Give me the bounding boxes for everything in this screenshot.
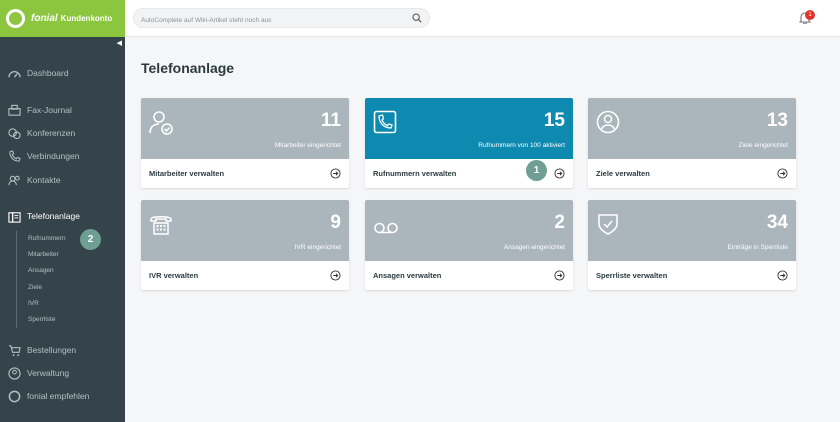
voicemail-icon (374, 222, 398, 234)
card-ansagen: 2 Ansagen eingerichtet Ansagen verwalten (365, 200, 573, 290)
arrow-circle-icon[interactable] (554, 168, 565, 179)
fax-icon (8, 104, 21, 116)
subnav-sperrliste[interactable]: Sperrliste (28, 312, 66, 328)
card-link-label: Mitarbeiter verwalten (149, 169, 225, 178)
nav-label: Telefonanlage (27, 211, 80, 221)
card-footer-link[interactable]: Sperrliste verwalten (588, 261, 796, 290)
search-bar (133, 8, 430, 30)
shield-icon (598, 214, 618, 235)
nav-dashboard[interactable]: Dashboard (8, 65, 69, 81)
collapse-sidebar-icon[interactable]: ◀ (117, 39, 122, 47)
nav-label: Dashboard (27, 68, 69, 78)
card-ziele: 13 Ziele eingerichtet Ziele verwalten (588, 98, 796, 188)
telefonanlage-subnav: Rufnummern Mitarbeiter Ansagen Ziele IVR… (16, 231, 66, 328)
card-count: 15 (543, 110, 565, 131)
nav-conferences[interactable]: Konferenzen (8, 125, 75, 141)
card-count: 34 (766, 212, 788, 233)
notification-count-badge: 1 (805, 10, 815, 20)
card-link-label: Ansagen verwalten (373, 271, 442, 280)
nav-label: Verwaltung (27, 368, 70, 378)
fonial-logo-icon (6, 9, 25, 28)
nav-connections[interactable]: Verbindungen (8, 148, 79, 164)
card-description: Mitarbeiter eingerichtet (274, 142, 341, 149)
dashboard-icon (8, 70, 21, 78)
card-mitarbeiter: 11 Mitarbeiter eingerichtet Mitarbeiter … (141, 98, 349, 188)
subnav-ivr[interactable]: IVR (28, 296, 66, 312)
phone-system-icon (8, 211, 21, 223)
brand-name: fonial (31, 13, 58, 24)
card-summary: 13 Ziele eingerichtet (588, 98, 796, 159)
user-circle-icon (596, 110, 620, 134)
subnav-ziele[interactable]: Ziele (28, 280, 66, 296)
card-count: 11 (320, 110, 341, 131)
card-summary: 2 Ansagen eingerichtet (365, 200, 573, 261)
nav-label: Konferenzen (27, 128, 76, 138)
fonial-ring-icon (8, 390, 21, 402)
card-count: 2 (554, 212, 565, 233)
card-sperrliste: 34 Einträge in Sperrliste Sperrliste ver… (588, 200, 796, 290)
card-link-label: Rufnummern verwalten (373, 169, 457, 178)
card-footer-link[interactable]: Ziele verwalten (588, 159, 796, 188)
search-icon[interactable] (412, 13, 422, 23)
phone-card-icon (373, 110, 397, 134)
nav-orders[interactable]: Bestellungen (8, 342, 76, 358)
sidebar: fonial Kundenkonto ◀ Dashboard Fax-Journ… (0, 0, 125, 422)
cart-icon (8, 344, 21, 356)
brand-logo[interactable]: fonial Kundenkonto (0, 0, 125, 37)
card-link-label: IVR verwalten (149, 271, 199, 280)
admin-user-icon (8, 366, 21, 380)
subnav-mitarbeiter[interactable]: Mitarbeiter (28, 247, 66, 263)
conference-icon (8, 127, 21, 139)
nav-admin[interactable]: Verwaltung (8, 365, 69, 381)
card-count: 13 (766, 110, 788, 131)
card-count: 9 (330, 212, 341, 233)
card-footer-link[interactable]: IVR verwalten (141, 261, 349, 290)
contacts-icon (8, 175, 20, 185)
phone-calls-icon (9, 149, 21, 162)
step-marker-2: 2 (80, 229, 101, 250)
card-description: IVR eingerichtet (294, 244, 341, 251)
arrow-circle-icon[interactable] (330, 270, 341, 281)
arrow-circle-icon[interactable] (777, 168, 788, 179)
user-check-icon (149, 111, 173, 135)
card-description: Ziele eingerichtet (738, 142, 789, 149)
card-description: Einträge in Sperrliste (727, 244, 788, 251)
card-summary: 9 IVR eingerichtet (141, 200, 349, 261)
search-input[interactable] (134, 11, 394, 30)
subnav-rufnummern[interactable]: Rufnummern (28, 231, 66, 247)
card-link-label: Sperrliste verwalten (596, 271, 668, 280)
nav-label: Bestellungen (27, 345, 77, 355)
nav-recommend[interactable]: fonial empfehlen (8, 388, 89, 404)
card-link-label: Ziele verwalten (596, 169, 650, 178)
arrow-circle-icon[interactable] (777, 270, 788, 281)
page-title: Telefonanlage (141, 60, 235, 76)
subnav-ansagen[interactable]: Ansagen (28, 263, 66, 279)
nav-label: Verbindungen (27, 151, 80, 161)
card-summary: 11 Mitarbeiter eingerichtet (141, 98, 349, 159)
nav-fax-journal[interactable]: Fax-Journal (8, 102, 72, 118)
arrow-circle-icon[interactable] (554, 270, 565, 281)
nav-label: Fax-Journal (27, 105, 72, 115)
nav-telefonanlage[interactable]: Telefonanlage (8, 208, 80, 224)
step-marker-1: 1 (526, 160, 547, 181)
desk-phone-icon (150, 216, 172, 235)
top-header: 1 (125, 0, 840, 37)
card-footer-link[interactable]: Ansagen verwalten (365, 261, 573, 290)
card-description: Ansagen eingerichtet (503, 244, 565, 251)
brand-subtitle: Kundenkonto (60, 14, 113, 23)
nav-label: Kontakte (27, 175, 61, 185)
card-summary: 15 Rufnummern von 100 aktiviert (365, 98, 573, 159)
arrow-circle-icon[interactable] (330, 168, 341, 179)
card-summary: 34 Einträge in Sperrliste (588, 200, 796, 261)
nav-label: fonial empfehlen (27, 391, 90, 401)
nav-contacts[interactable]: Kontakte (8, 172, 61, 188)
card-footer-link[interactable]: Mitarbeiter verwalten (141, 159, 349, 188)
card-description: Rufnummern von 100 aktiviert (478, 142, 565, 149)
card-ivr: 9 IVR eingerichtet IVR verwalten (141, 200, 349, 290)
